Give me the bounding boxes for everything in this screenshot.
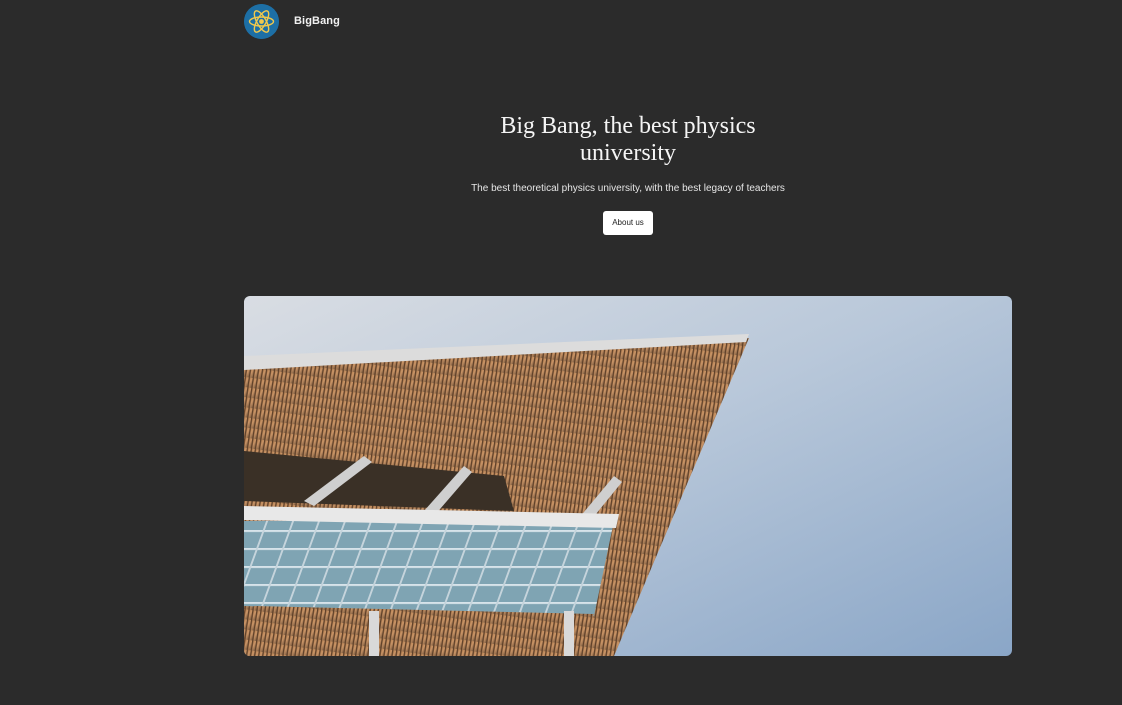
about-us-button[interactable]: About us	[603, 211, 653, 235]
university-building-photo	[244, 296, 1012, 656]
hero-subtitle: The best theoretical physics university,…	[471, 183, 785, 194]
brand-name[interactable]: BigBang	[294, 15, 340, 27]
site-header: BigBang	[244, 3, 340, 39]
hero-title: Big Bang, the best physics university	[500, 113, 756, 166]
atom-icon[interactable]	[244, 3, 279, 39]
hero-section: Big Bang, the best physics university Th…	[466, 113, 790, 235]
